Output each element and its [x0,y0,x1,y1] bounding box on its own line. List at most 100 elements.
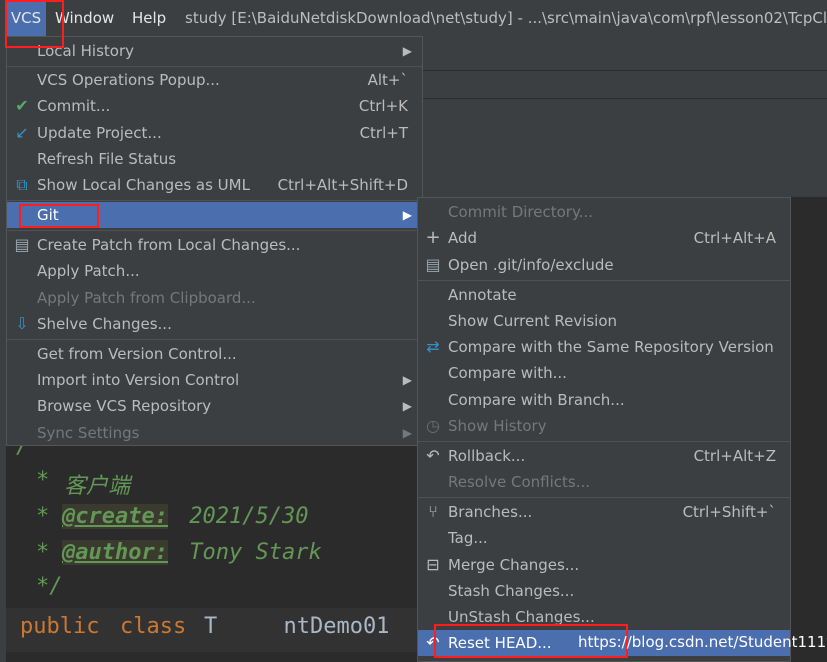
menu-item-rollback[interactable]: ↶ Rollback... Ctrl+Alt+Z [418,443,790,469]
menu-item-label: Resolve Conflicts... [448,473,591,491]
menu-item-label: Refresh File Status [37,150,177,168]
menu-item-label: Show Local Changes as UML [37,176,250,194]
shelve-icon: ⇩ [15,314,29,333]
menu-item-label: Apply Patch from Clipboard... [37,289,256,307]
window-title: study [E:\BaiduNetdiskDownload\net\study… [185,9,827,27]
menu-item-label: Branches... [448,503,533,521]
menu-item-compare-with-branch[interactable]: Compare with Branch... [418,387,790,413]
compare-arrows-icon: ⇄ [426,337,440,356]
submenu-arrow-icon: ▶ [402,426,412,440]
branch-icon: ⑂ [428,502,438,521]
menu-item-label: Get from Version Control... [37,345,237,363]
update-arrow-icon: ↙ [15,123,29,142]
comment-star: * [36,540,50,565]
menu-item-get-from-vc[interactable]: Get from Version Control... [7,341,422,367]
comment-star: * [36,468,50,493]
undo-icon: ↶ [426,446,440,465]
menu-item-label: Commit... [37,97,111,115]
watermark-text: https://blog.csdn.net/Student111w [578,633,827,651]
clock-icon: ◷ [426,416,440,435]
menu-item-show-current-revision[interactable]: Show Current Revision [418,308,790,334]
submenu-arrow-icon: ▶ [402,208,412,222]
javadoc-author-tag: @author: [62,540,168,565]
menu-item-local-history[interactable]: Local History ▶ [7,38,422,64]
ide-background-panel [423,36,827,197]
menu-item-label: Compare with... [448,364,567,382]
javadoc-create-tag: @create: [62,504,168,529]
shortcut-label: Ctrl+T [359,124,408,142]
menu-item-label: Merge Changes... [448,556,580,574]
menu-item-vcs-operations-popup[interactable]: VCS Operations Popup... Alt+` [7,67,422,93]
menu-window[interactable]: Window [55,0,114,36]
uml-diagram-icon: ⧉ [16,175,28,194]
menu-item-label: Local History [37,42,135,60]
patch-file-icon: ▤ [14,235,30,254]
menu-item-label: Tag... [448,529,488,547]
shortcut-label: Ctrl+Alt+A [693,229,776,247]
merge-icon: ⊟ [426,555,440,574]
menu-item-resolve-conflicts[interactable]: Resolve Conflicts... [418,469,790,495]
menu-item-label: Open .git/info/exclude [448,256,614,274]
menu-item-commit-directory[interactable]: Commit Directory... [418,199,790,225]
shortcut-label: Ctrl+Alt+Shift+D [277,176,408,194]
submenu-arrow-icon: ▶ [402,44,412,58]
submenu-arrow-icon: ▶ [402,399,412,413]
menu-item-compare-with[interactable]: Compare with... [418,360,790,386]
menu-item-show-history[interactable]: ◷ Show History [418,413,790,439]
menu-item-label: Import into Version Control [37,371,240,389]
javadoc-create-value: 2021/5/30 [176,504,309,529]
menu-item-label: Show Current Revision [448,312,618,330]
menu-item-refresh-file-status[interactable]: Refresh File Status [7,146,422,172]
menu-item-open-git-exclude[interactable]: ▤ Open .git/info/exclude [418,252,790,278]
menu-item-sync-settings[interactable]: Sync Settings ▶ [7,420,422,446]
menu-item-label: Stash Changes... [448,582,575,600]
menu-item-annotate[interactable]: Annotate [418,282,790,308]
menu-item-unstash-changes[interactable]: UnStash Changes... [418,604,790,630]
menu-item-update-project[interactable]: ↙ Update Project... Ctrl+T [7,120,422,146]
menu-item-label: VCS Operations Popup... [37,71,220,89]
plus-icon: + [425,227,441,248]
shortcut-label: Ctrl+K [358,97,408,115]
code-editor[interactable]: / * 客户端 * @create: 2021/5/30 * @author: … [6,434,418,662]
menu-item-show-local-changes-uml[interactable]: ⧉ Show Local Changes as UML Ctrl+Alt+Shift… [7,172,422,198]
menu-item-label: Compare with the Same Repository Version [448,338,774,356]
menu-item-compare-same-repo[interactable]: ⇄ Compare with the Same Repository Versio… [418,334,790,360]
menu-help[interactable]: Help [132,0,166,36]
menu-item-git[interactable]: Git ▶ [7,202,422,228]
menu-item-apply-patch-clipboard[interactable]: Apply Patch from Clipboard... [7,285,422,311]
menu-item-label: Annotate [448,286,517,304]
menu-item-label: Compare with Branch... [448,391,625,409]
menu-item-label: Rollback... [448,447,526,465]
shortcut-label: Ctrl+Shift+` [682,503,776,521]
menu-item-import-into-vc[interactable]: Import into Version Control ▶ [7,367,422,393]
menu-bar: VCS Window Help study [E:\BaiduNetdiskDo… [0,0,827,36]
comment-line-client: 客户端 [64,474,131,499]
menu-item-label: Update Project... [37,124,162,142]
shortcut-label: Ctrl+Alt+Z [693,447,776,465]
git-submenu: Commit Directory... + Add Ctrl+Alt+A ▤ Open… [417,197,791,662]
class-name: T ntDemo01 [204,614,390,639]
keyword-public: public [20,614,100,639]
menu-vcs[interactable]: VCS [6,0,46,36]
keyword-class: class [120,614,187,639]
menu-item-tag[interactable]: Tag... [418,525,790,551]
menu-item-add[interactable]: + Add Ctrl+Alt+A [418,225,790,251]
menu-item-label: Show History [448,417,547,435]
menu-item-commit[interactable]: ✔ Commit... Ctrl+K [7,93,422,119]
menu-item-label: UnStash Changes... [448,608,595,626]
menu-item-label: Apply Patch... [37,262,140,280]
menu-item-label: Reset HEAD... [448,634,552,652]
file-icon: ▤ [425,255,441,274]
menu-item-browse-vcs-repo[interactable]: Browse VCS Repository ▶ [7,393,422,419]
menu-item-stash-changes[interactable]: Stash Changes... [418,578,790,604]
menu-item-apply-patch[interactable]: Apply Patch... [7,258,422,284]
menu-item-label: Browse VCS Repository [37,397,212,415]
menu-item-label: Create Patch from Local Changes... [37,236,301,254]
menu-item-label: Shelve Changes... [37,315,172,333]
menu-item-create-patch[interactable]: ▤ Create Patch from Local Changes... [7,232,422,258]
menu-item-shelve-changes[interactable]: ⇩ Shelve Changes... [7,311,422,337]
menu-item-label: Add [448,229,478,247]
menu-item-branches[interactable]: ⑂ Branches... Ctrl+Shift+` [418,499,790,525]
menu-item-merge-changes[interactable]: ⊟ Merge Changes... [418,552,790,578]
shortcut-label: Alt+` [367,71,408,89]
